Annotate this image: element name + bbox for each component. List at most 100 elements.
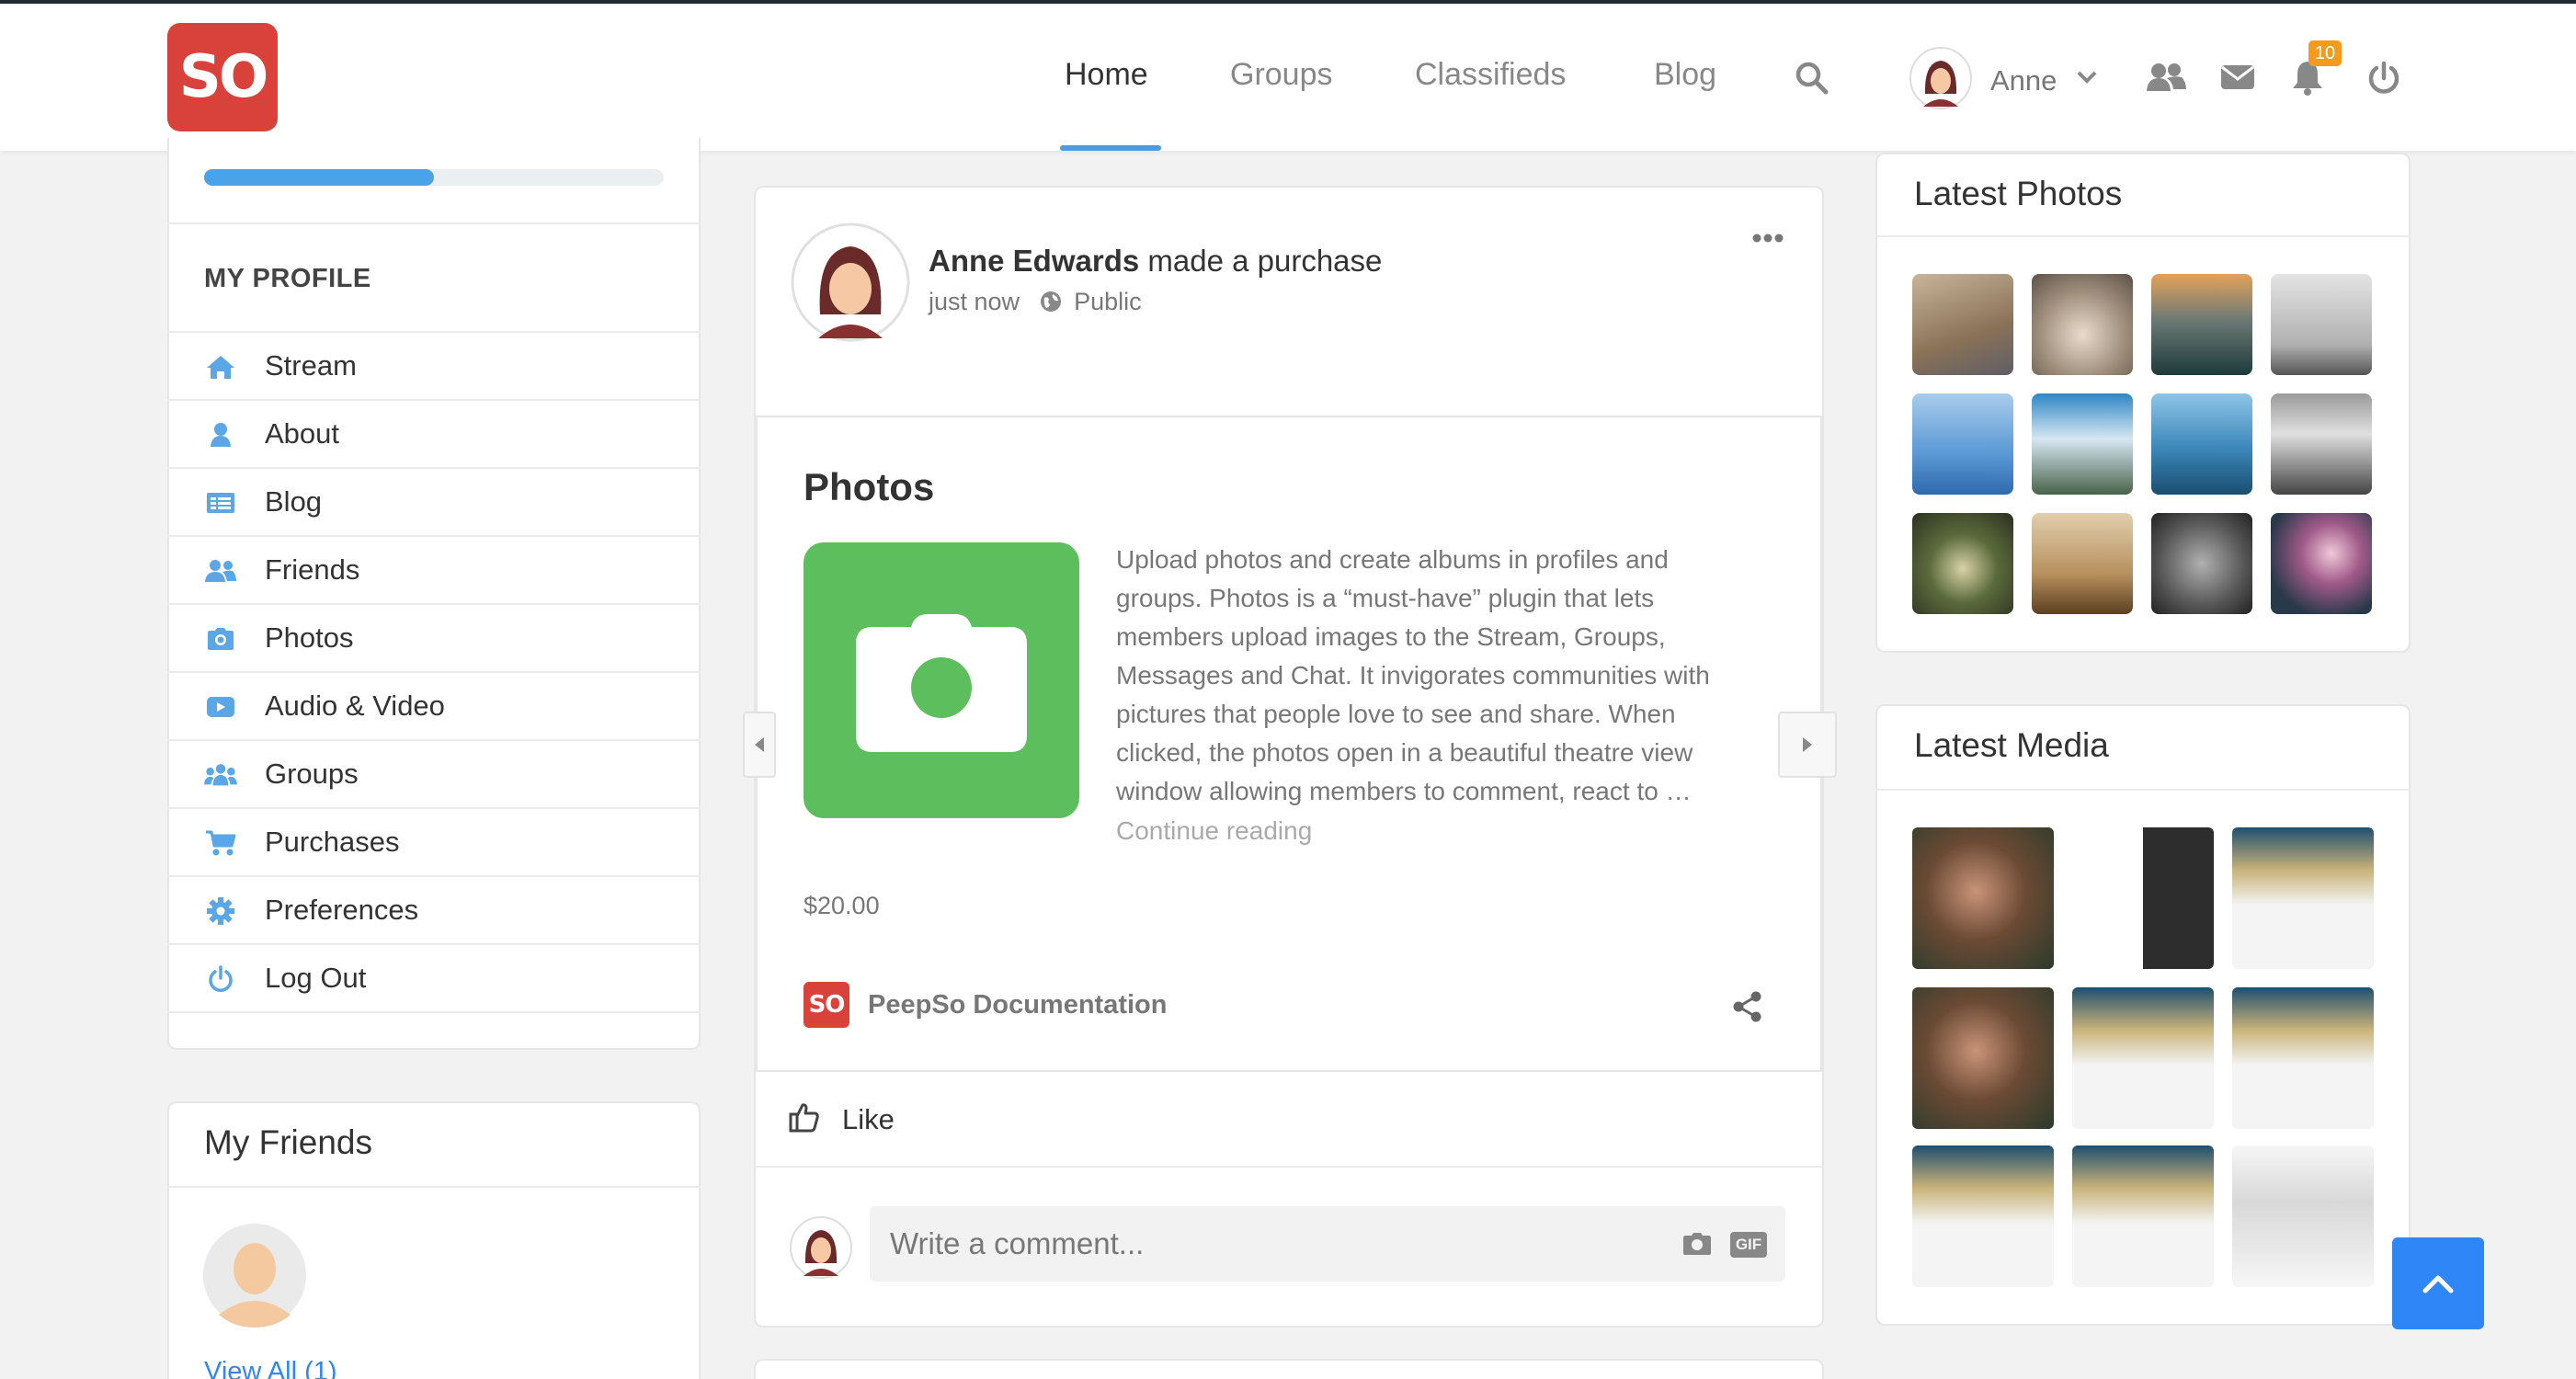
chevron-down-icon[interactable] bbox=[2074, 66, 2100, 88]
sidebar-item-label: Stream bbox=[265, 349, 357, 382]
power-icon bbox=[204, 965, 237, 993]
latest-media-item[interactable] bbox=[2232, 987, 2374, 1129]
latest-media-item[interactable] bbox=[2072, 1145, 2214, 1287]
latest-photo[interactable] bbox=[1912, 393, 2013, 495]
active-nav-indicator bbox=[1060, 145, 1161, 151]
gear-icon bbox=[204, 897, 237, 925]
nav-groups[interactable]: Groups bbox=[1230, 57, 1333, 93]
latest-photo[interactable] bbox=[2271, 274, 2372, 375]
post-meta: just now Public bbox=[929, 288, 1142, 316]
latest-media-item[interactable] bbox=[2072, 827, 2214, 969]
my-profile-heading: MY PROFILE bbox=[204, 264, 371, 293]
sidebar-item-label: Photos bbox=[265, 621, 354, 654]
latest-media-item[interactable] bbox=[2072, 987, 2214, 1129]
latest-photo[interactable] bbox=[1912, 274, 2013, 375]
next-post-card bbox=[754, 1359, 1824, 1379]
nav-home[interactable]: Home bbox=[1065, 57, 1148, 93]
power-icon[interactable] bbox=[2365, 59, 2403, 97]
latest-media-item[interactable] bbox=[1912, 987, 2054, 1129]
sidebar-item-label: Friends bbox=[265, 553, 360, 586]
post-action: made a purchase bbox=[1147, 244, 1383, 278]
site-logo[interactable]: SO bbox=[167, 23, 278, 131]
video-icon bbox=[204, 693, 237, 721]
latest-photo[interactable] bbox=[2151, 274, 2252, 375]
comment-placeholder: Write a comment... bbox=[890, 1226, 1145, 1260]
sidebar-item-label: Audio & Video bbox=[265, 690, 445, 722]
divider bbox=[167, 222, 701, 224]
post-author-name[interactable]: Anne Edwards bbox=[929, 244, 1139, 278]
product-description: Upload photos and create albums in profi… bbox=[1116, 545, 1710, 805]
user-menu-name[interactable]: Anne bbox=[1990, 64, 2057, 97]
comment-user-avatar bbox=[789, 1215, 853, 1280]
friends-icon[interactable] bbox=[2144, 59, 2188, 96]
latest-media-item[interactable] bbox=[2232, 827, 2374, 969]
cart-icon bbox=[204, 829, 237, 857]
carousel-prev-button[interactable] bbox=[743, 712, 776, 778]
latest-photo[interactable] bbox=[2151, 513, 2252, 614]
nav-blog[interactable]: Blog bbox=[1654, 57, 1716, 93]
nav-classifieds[interactable]: Classifieds bbox=[1415, 57, 1566, 93]
home-icon bbox=[204, 353, 237, 381]
latest-media-item[interactable] bbox=[1912, 1145, 2054, 1287]
latest-photo[interactable] bbox=[2271, 513, 2372, 614]
latest-media-title: Latest Media bbox=[1914, 726, 2109, 764]
top-navbar: SO Home Groups Classifieds Blog Anne 10 bbox=[0, 4, 2576, 151]
latest-media-item[interactable] bbox=[1912, 827, 2054, 969]
divider bbox=[1875, 789, 2411, 791]
sidebar-item-audio-video[interactable]: Audio & Video bbox=[167, 671, 701, 739]
camera-icon bbox=[204, 625, 237, 653]
product-camera-icon[interactable] bbox=[804, 542, 1079, 818]
post-time[interactable]: just now bbox=[929, 288, 1020, 315]
latest-photo[interactable] bbox=[2032, 393, 2133, 495]
user-icon bbox=[204, 421, 237, 449]
post-privacy[interactable]: Public bbox=[1074, 288, 1142, 315]
like-icon[interactable] bbox=[789, 1101, 822, 1134]
latest-photo[interactable] bbox=[1912, 513, 2013, 614]
latest-photo[interactable] bbox=[2032, 274, 2133, 375]
sidebar-item-stream[interactable]: Stream bbox=[167, 331, 701, 399]
latest-photo[interactable] bbox=[2032, 513, 2133, 614]
like-button[interactable]: Like bbox=[842, 1103, 895, 1136]
divider bbox=[167, 1011, 701, 1013]
friends-icon bbox=[204, 557, 237, 585]
post-author-avatar[interactable] bbox=[791, 222, 910, 342]
profile-completeness-fill bbox=[204, 169, 434, 186]
messages-icon[interactable] bbox=[2219, 61, 2256, 94]
latest-media-item[interactable] bbox=[2232, 1145, 2374, 1287]
sidebar-item-label: Log Out bbox=[265, 962, 367, 994]
latest-photo[interactable] bbox=[2151, 393, 2252, 495]
sidebar-item-log-out[interactable]: Log Out bbox=[167, 943, 701, 1011]
share-icon[interactable] bbox=[1732, 991, 1763, 1022]
store-logo[interactable]: SO bbox=[804, 982, 849, 1028]
view-all-friends-link[interactable]: View All (1) bbox=[204, 1357, 337, 1379]
list-icon bbox=[204, 489, 237, 517]
sidebar-item-photos[interactable]: Photos bbox=[167, 603, 701, 671]
sidebar-item-blog[interactable]: Blog bbox=[167, 467, 701, 535]
gif-icon[interactable]: GIF bbox=[1730, 1232, 1767, 1258]
scroll-to-top-button[interactable] bbox=[2392, 1237, 2484, 1329]
divider bbox=[756, 1166, 1822, 1168]
latest-photo[interactable] bbox=[2271, 393, 2372, 495]
sidebar-item-friends[interactable]: Friends bbox=[167, 535, 701, 603]
divider bbox=[1875, 235, 2411, 237]
latest-photos-title: Latest Photos bbox=[1914, 175, 2123, 212]
product-title[interactable]: Photos bbox=[804, 465, 934, 509]
user-avatar[interactable] bbox=[1909, 46, 1973, 110]
store-name[interactable]: PeepSo Documentation bbox=[868, 990, 1168, 1020]
my-friends-title: My Friends bbox=[204, 1123, 372, 1161]
sidebar-item-purchases[interactable]: Purchases bbox=[167, 807, 701, 875]
globe-icon bbox=[1040, 291, 1062, 313]
post-options-icon[interactable] bbox=[1752, 232, 1784, 245]
search-icon[interactable] bbox=[1793, 59, 1831, 97]
carousel-next-button[interactable] bbox=[1778, 712, 1837, 778]
sidebar-item-label: Groups bbox=[265, 758, 359, 790]
sidebar-item-about[interactable]: About bbox=[167, 399, 701, 467]
comment-input[interactable]: Write a comment... GIF bbox=[870, 1206, 1785, 1282]
sidebar-item-preferences[interactable]: Preferences bbox=[167, 875, 701, 943]
product-price: $20.00 bbox=[804, 892, 880, 919]
friend-avatar[interactable] bbox=[202, 1223, 307, 1328]
comment-photo-icon[interactable] bbox=[1682, 1232, 1714, 1258]
sidebar-item-groups[interactable]: Groups bbox=[167, 739, 701, 807]
divider bbox=[167, 1186, 701, 1188]
continue-reading-link[interactable]: Continue reading bbox=[1116, 816, 1312, 846]
